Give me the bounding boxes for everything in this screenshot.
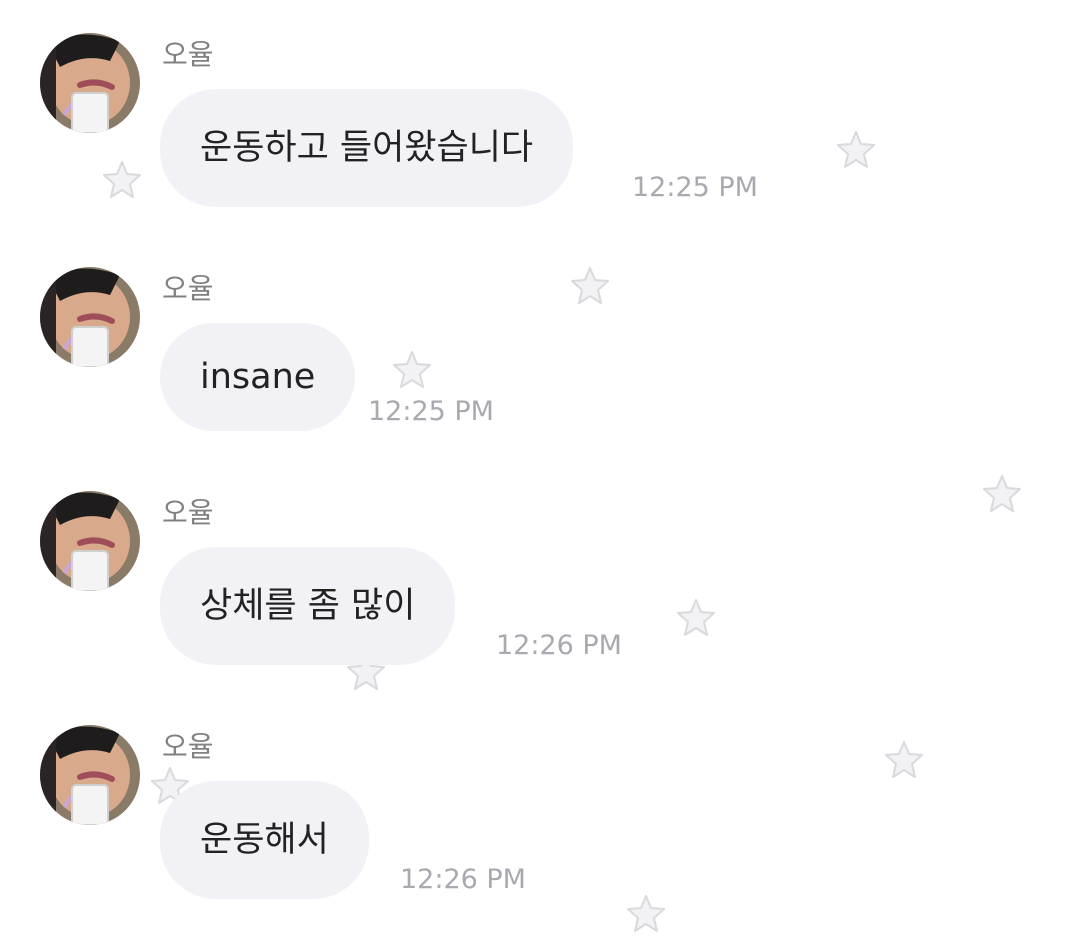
message-timestamp: 12:26 PM (400, 864, 526, 895)
avatar[interactable] (40, 267, 140, 367)
chat-area[interactable]: 오율 운동하고 들어왔습니다 12:25 PM 오율 insane 12:25 … (0, 0, 1080, 944)
message-bubble[interactable]: 운동하고 들어왔습니다 (160, 89, 574, 207)
message-bubble[interactable]: 상체를 좀 많이 (160, 547, 456, 665)
sender-name: 오율 (162, 38, 214, 71)
message-bubble[interactable]: insane (160, 323, 356, 431)
message-row: 오율 상체를 좀 많이 12:26 PM (0, 491, 1080, 691)
message-timestamp: 12:26 PM (496, 630, 622, 661)
message-row: 오율 운동하고 들어왔습니다 12:25 PM (0, 33, 1080, 233)
avatar[interactable] (40, 725, 140, 825)
sender-name: 오율 (162, 272, 214, 305)
message-row: 오율 운동해서 12:26 PM (0, 725, 1080, 925)
avatar[interactable] (40, 33, 140, 133)
message-timestamp: 12:25 PM (368, 396, 494, 427)
message-timestamp: 12:25 PM (632, 172, 758, 203)
sender-name: 오율 (162, 730, 214, 763)
sender-name: 오율 (162, 496, 214, 529)
avatar[interactable] (40, 491, 140, 591)
message-bubble[interactable]: 운동해서 (160, 781, 369, 899)
message-row: 오율 insane 12:25 PM (0, 267, 1080, 467)
